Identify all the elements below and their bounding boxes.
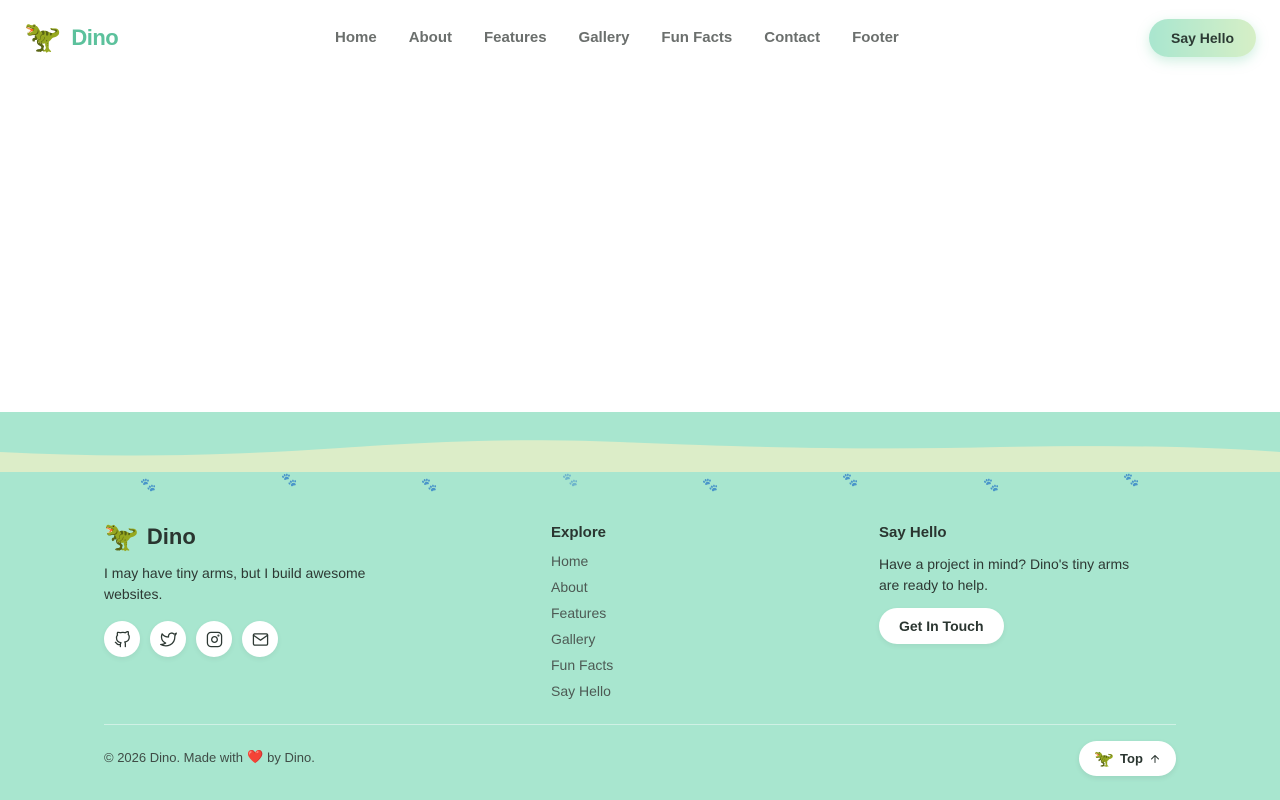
footer-tagline: I may have tiny arms, but I build awesom… xyxy=(104,565,366,602)
get-in-touch-button[interactable]: Get In Touch xyxy=(879,608,1004,644)
nav-item-gallery[interactable]: Gallery xyxy=(579,27,630,49)
copyright-prefix: © 2026 Dino. Made with xyxy=(104,750,243,765)
paw-print-icon: 🐾 xyxy=(140,478,157,493)
explore-heading: Explore xyxy=(551,524,607,541)
paw-print-icon: 🐾 xyxy=(842,473,859,488)
dino-logo-icon: 🦖 xyxy=(104,520,139,553)
nav-item-about[interactable]: About xyxy=(409,27,452,49)
dino-logo-icon: 🦖 xyxy=(24,20,62,55)
email-link[interactable] xyxy=(242,621,278,657)
footer-link-about[interactable]: About xyxy=(551,579,588,595)
footer-say-hello-column: Say Hello Have a project in mind? Dino's… xyxy=(879,524,1149,644)
footer-explore-column: Explore Home About Features Gallery Fun … xyxy=(551,524,613,708)
back-to-top-label: Top xyxy=(1120,751,1143,766)
footer-link-gallery[interactable]: Gallery xyxy=(551,631,595,647)
paw-print-icon: 🐾 xyxy=(421,478,438,493)
explore-link-list: Home About Features Gallery Fun Facts Sa… xyxy=(551,552,613,708)
mail-icon xyxy=(252,632,268,646)
back-to-top-button[interactable]: 🦖 Top xyxy=(1079,741,1176,776)
footer-link-features[interactable]: Features xyxy=(551,605,606,621)
footer-brand-name: Dino xyxy=(146,523,196,549)
github-icon xyxy=(114,630,130,647)
footer-link-home[interactable]: Home xyxy=(551,553,588,569)
twitter-icon xyxy=(159,631,177,646)
brand-logo-link[interactable]: 🦖 Dino xyxy=(24,19,119,57)
paw-print-icon: 🐾 xyxy=(281,473,298,488)
main-nav: Home About Features Gallery Fun Facts Co… xyxy=(335,27,899,49)
site-header: 🦖 Dino Home About Features Gallery Fun F… xyxy=(0,0,1280,76)
nav-item-footer[interactable]: Footer xyxy=(852,27,899,49)
nav-item-features[interactable]: Features xyxy=(484,27,547,49)
dino-icon: 🦖 xyxy=(1094,749,1115,768)
copyright-text: © 2026 Dino. Made with ❤️ by Dino. xyxy=(104,750,315,765)
footer-link-fun-facts[interactable]: Fun Facts xyxy=(551,657,613,673)
paw-print-icon: 🐾 xyxy=(1123,473,1140,488)
arrow-up-icon xyxy=(1150,754,1159,763)
twitter-link[interactable] xyxy=(150,621,186,657)
say-hello-text: Have a project in mind? Dino's tiny arms… xyxy=(879,556,1130,593)
site-footer: 🐾 🐾 🐾 🐾 🐾 🐾 🐾 🐾 🦖 Dino I may have tiny a… xyxy=(0,412,1280,800)
footer-wave-decoration xyxy=(0,440,1280,472)
footer-divider xyxy=(104,724,1176,725)
copyright-suffix: by Dino. xyxy=(267,750,315,765)
nav-item-home[interactable]: Home xyxy=(335,27,377,49)
paw-print-icon: 🐾 xyxy=(983,478,1000,493)
say-hello-heading: Say Hello xyxy=(879,524,947,541)
brand-name: Dino xyxy=(71,25,119,50)
heart-icon: ❤️ xyxy=(246,750,264,765)
paw-print-icon: 🐾 xyxy=(562,473,579,488)
footer-link-say-hello[interactable]: Say Hello xyxy=(551,683,611,699)
instagram-icon xyxy=(206,631,222,647)
footer-brand-column: 🦖 Dino I may have tiny arms, but I build… xyxy=(104,520,424,657)
github-link[interactable] xyxy=(104,621,140,657)
social-links xyxy=(104,621,424,657)
nav-item-fun-facts[interactable]: Fun Facts xyxy=(661,27,732,49)
footer-logo: 🦖 Dino xyxy=(104,520,424,553)
instagram-link[interactable] xyxy=(196,621,232,657)
nav-item-contact[interactable]: Contact xyxy=(764,27,820,49)
say-hello-button[interactable]: Say Hello xyxy=(1149,19,1256,57)
paw-print-icon: 🐾 xyxy=(702,478,719,493)
